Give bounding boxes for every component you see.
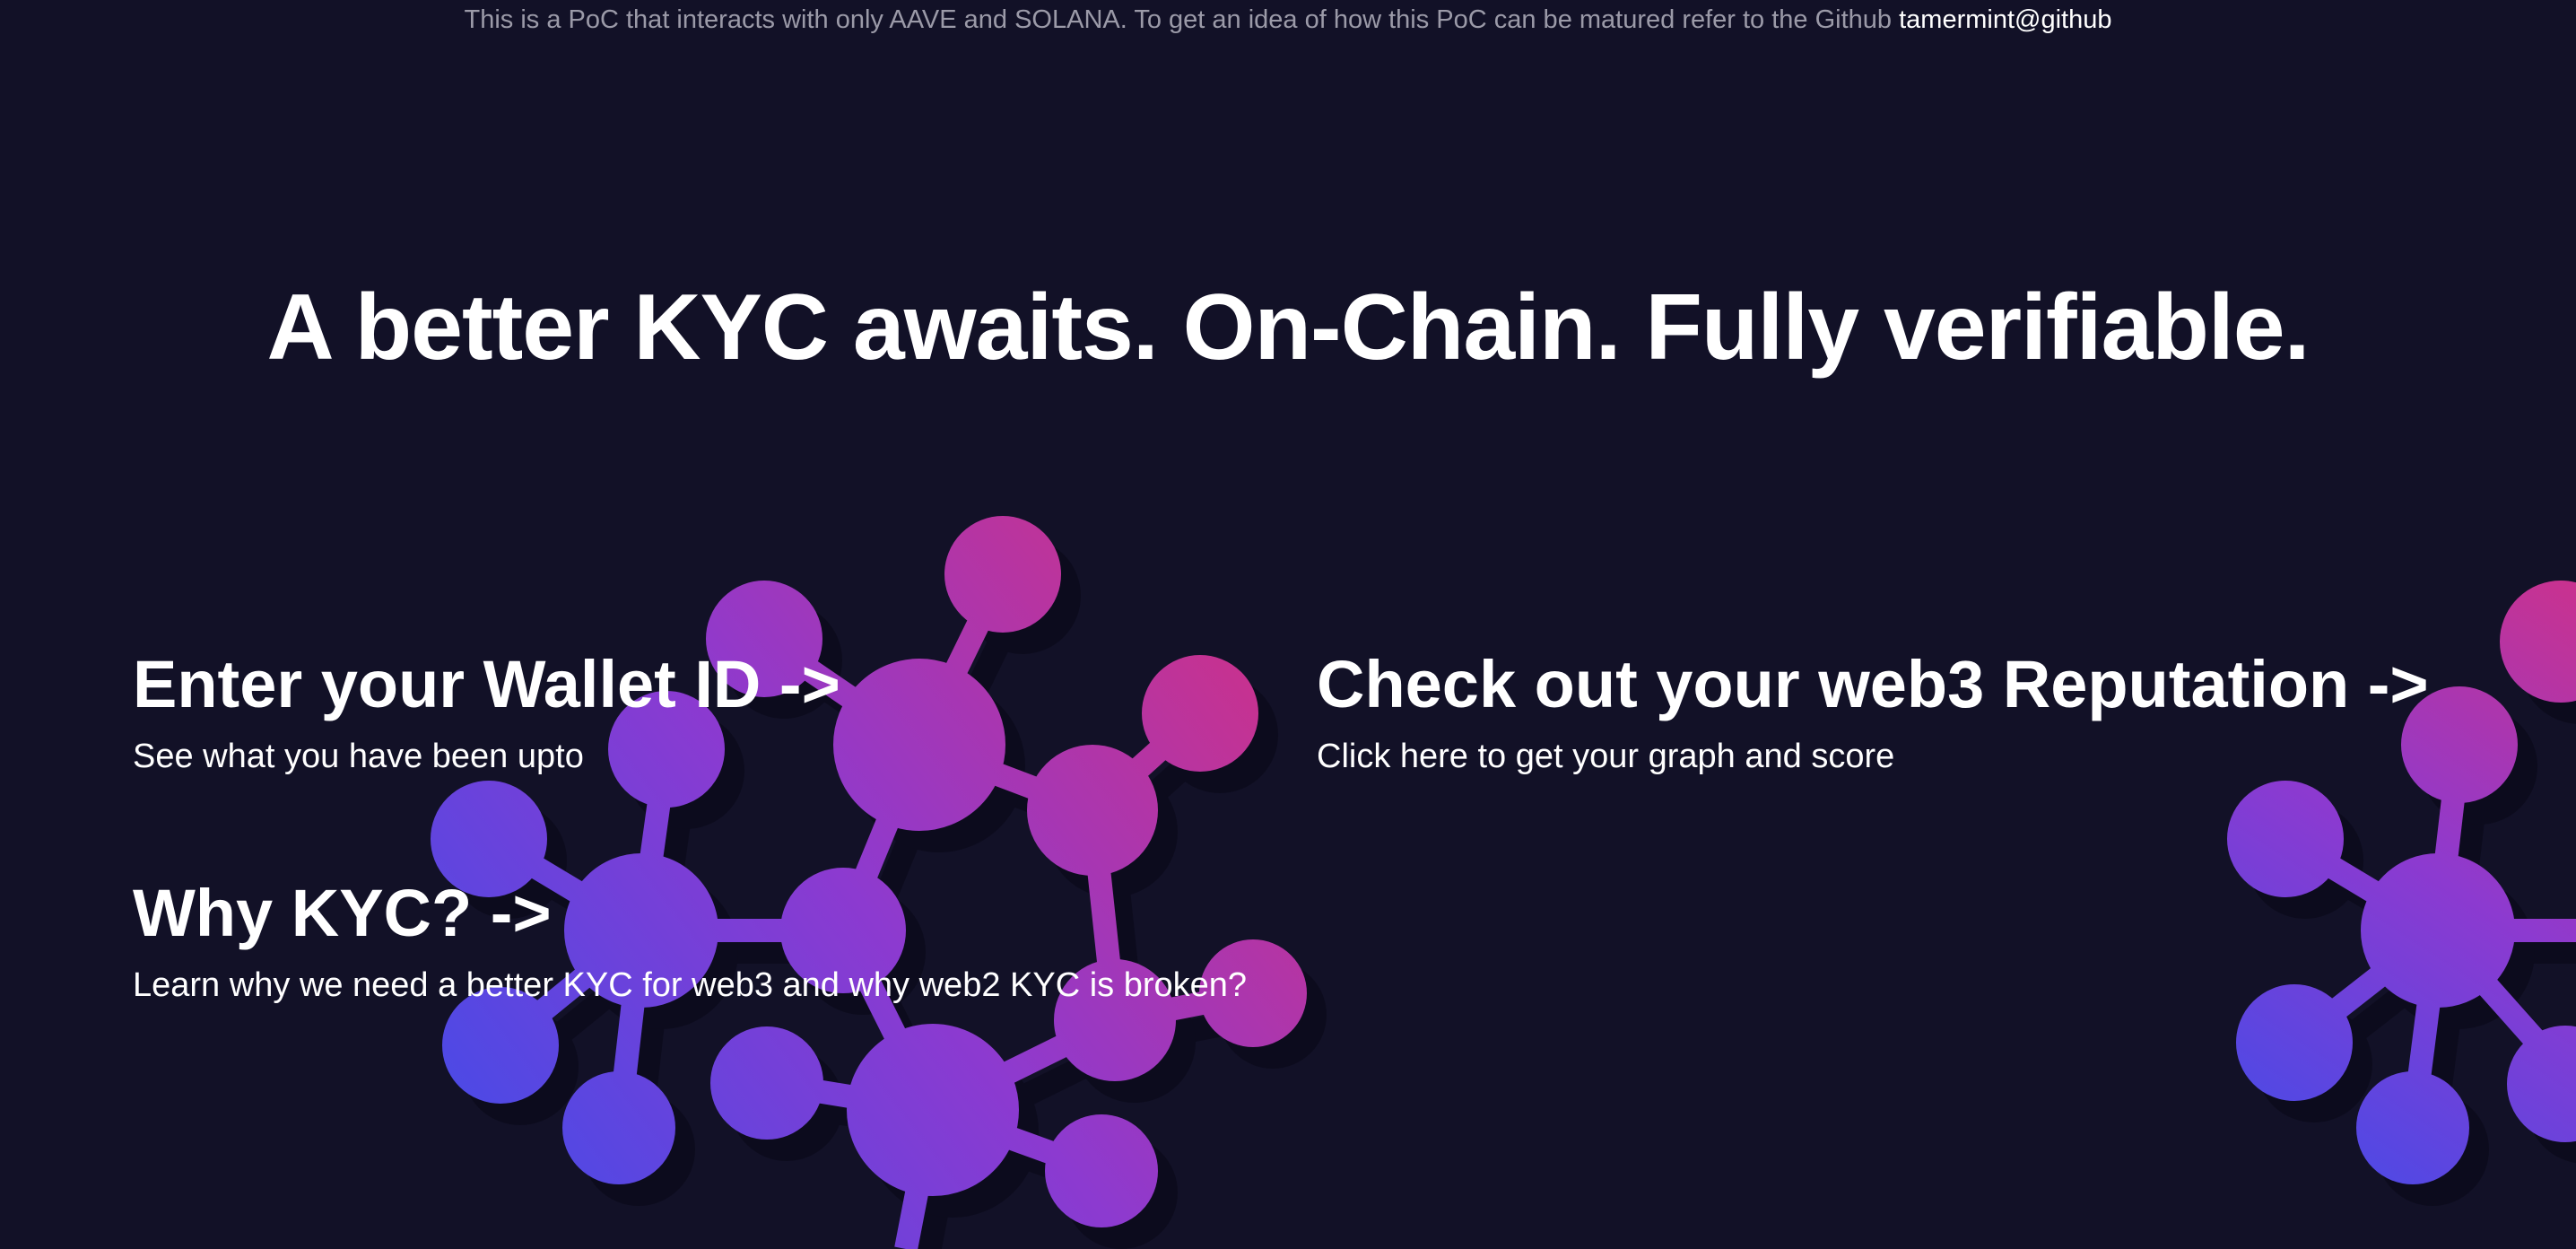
web3-reputation-title: Check out your web3 Reputation ->	[1317, 647, 2429, 721]
landing-page: This is a PoC that interacts with only A…	[0, 0, 2576, 1249]
why-kyc-card[interactable]: Why KYC? -> Learn why we need a better K…	[133, 875, 1247, 1007]
hero-title: A better KYC awaits. On-Chain. Fully ver…	[266, 275, 2310, 380]
web3-reputation-card[interactable]: Check out your web3 Reputation -> Click …	[1317, 646, 2429, 778]
why-kyc-description: Learn why we need a better KYC for web3 …	[133, 966, 1248, 1005]
web3-reputation-description: Click here to get your graph and score	[1317, 738, 1895, 776]
enter-wallet-id-title: Enter your Wallet ID ->	[133, 647, 840, 721]
poc-notice-banner: This is a PoC that interacts with only A…	[0, 5, 2576, 35]
github-link[interactable]: tamermint@github	[1899, 5, 2111, 34]
background-art	[431, 516, 2576, 1249]
enter-wallet-id-description: See what you have been upto	[133, 738, 584, 776]
enter-wallet-id-card[interactable]: Enter your Wallet ID -> See what you hav…	[133, 646, 840, 778]
poc-notice-text: This is a PoC that interacts with only A…	[464, 5, 1900, 34]
why-kyc-title: Why KYC? ->	[133, 876, 552, 950]
